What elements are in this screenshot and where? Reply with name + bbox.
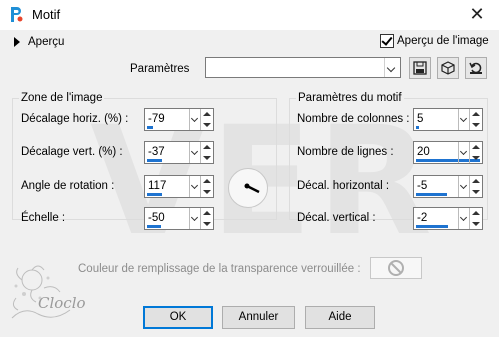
ok-button[interactable]: OK	[143, 306, 213, 329]
rotation-angle-spinner[interactable]: 117	[144, 175, 214, 198]
help-button[interactable]: Aide	[305, 306, 375, 329]
vertical-shift-label: Décal. vertical :	[297, 212, 376, 224]
chevron-down-icon[interactable]	[384, 58, 400, 77]
spin-arrows-icon[interactable]	[469, 142, 482, 163]
preview-expander[interactable]: Aperçu	[14, 36, 64, 48]
columns-spinner[interactable]: 5	[413, 108, 483, 131]
spin-arrows-icon[interactable]	[200, 142, 213, 163]
vertical-offset-value[interactable]: -37	[148, 146, 165, 158]
spin-arrows-icon[interactable]	[469, 208, 482, 229]
horizontal-shift-bar	[416, 193, 447, 196]
reset-arrow-icon	[469, 62, 482, 74]
logo-text: Cloclo	[38, 294, 86, 312]
preview-label: Aperçu	[28, 36, 65, 48]
disabled-icon	[388, 260, 404, 276]
app-logo-icon	[11, 7, 23, 22]
cancel-button[interactable]: Annuler	[222, 306, 295, 329]
preview-image-label: Aperçu de l'image	[397, 35, 489, 47]
spin-arrows-icon[interactable]	[469, 109, 482, 130]
vertical-offset-label: Décalage vert. (%) :	[21, 146, 123, 158]
horizontal-shift-label: Décal. horizontal :	[297, 180, 390, 192]
horizontal-shift-spinner[interactable]: -5	[413, 175, 483, 198]
spin-arrows-icon[interactable]	[200, 208, 213, 229]
preview-image-checkbox[interactable]: Aperçu de l'image	[380, 34, 489, 48]
rotation-needle-icon	[244, 183, 260, 194]
checkbox-checked-icon[interactable]	[380, 34, 394, 48]
horizontal-offset-bar	[147, 126, 153, 129]
fill-color-swatch	[370, 257, 422, 279]
rows-spinner[interactable]: 20	[413, 141, 483, 164]
scale-spinner[interactable]: -50	[144, 207, 214, 230]
fill-color-label: Couleur de remplissage de la transparenc…	[78, 263, 361, 275]
spin-arrows-icon[interactable]	[469, 176, 482, 197]
horizontal-offset-value[interactable]: -79	[148, 113, 165, 125]
horizontal-offset-label: Décalage horiz. (%) :	[21, 113, 129, 125]
vertical-shift-spinner[interactable]: -2	[413, 207, 483, 230]
rotation-dial[interactable]	[228, 168, 268, 208]
floppy-disk-icon	[413, 61, 427, 75]
scale-bar	[147, 225, 161, 228]
expand-triangle-icon	[14, 37, 20, 47]
scale-label: Échelle :	[21, 212, 66, 224]
columns-label: Nombre de colonnes :	[297, 113, 410, 125]
rotation-angle-bar	[147, 193, 162, 196]
rotation-angle-label: Angle de rotation :	[21, 180, 115, 192]
vertical-shift-value[interactable]: -2	[417, 212, 427, 224]
image-zone-title: Zone de l'image	[19, 92, 105, 104]
cloclo-logo: Cloclo	[4, 258, 96, 332]
horizontal-offset-spinner[interactable]: -79	[144, 108, 214, 131]
scale-value[interactable]: -50	[148, 212, 165, 224]
spin-arrows-icon[interactable]	[200, 176, 213, 197]
parameters-dropdown[interactable]	[205, 57, 401, 78]
reset-preset-button[interactable]	[465, 57, 487, 79]
window-title: Motif	[32, 7, 61, 22]
save-preset-button[interactable]	[409, 57, 431, 79]
spin-arrows-icon[interactable]	[200, 109, 213, 130]
vertical-offset-spinner[interactable]: -37	[144, 141, 214, 164]
horizontal-shift-value[interactable]: -5	[417, 180, 427, 192]
load-preset-button[interactable]	[437, 57, 459, 79]
columns-value[interactable]: 5	[417, 113, 423, 125]
title-bar: Motif ✕	[0, 0, 499, 30]
columns-bar	[416, 126, 419, 129]
rows-value[interactable]: 20	[417, 146, 430, 158]
parameters-label: Paramètres	[130, 63, 190, 75]
motif-params-title: Paramètres du motif	[296, 92, 404, 104]
cube-icon	[441, 61, 455, 75]
vertical-offset-bar	[147, 159, 162, 162]
vertical-shift-bar	[416, 225, 448, 228]
rows-label: Nombre de lignes :	[297, 146, 394, 158]
close-icon[interactable]: ✕	[465, 3, 489, 27]
rotation-angle-value[interactable]: 117	[148, 180, 166, 192]
